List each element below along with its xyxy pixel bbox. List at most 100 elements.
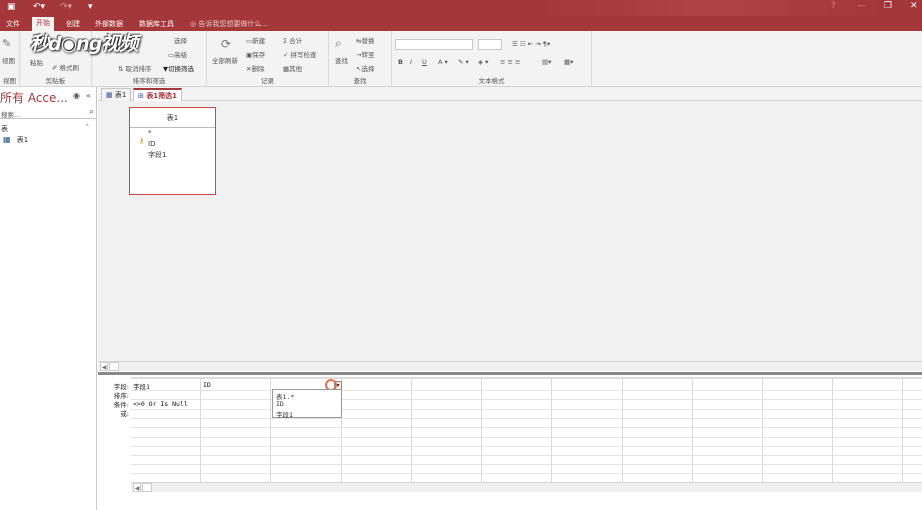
select-button[interactable]: ↖选择 [356, 63, 374, 73]
field-id[interactable]: ID [148, 140, 155, 148]
customize-icon[interactable]: ▾ [88, 2, 93, 12]
save-icon[interactable]: ▣ [7, 2, 16, 12]
group-find: ⌕ 查找 ⇆替换 →转至 ↖选择 查找 [329, 31, 392, 87]
menu-bar: 文件 开始 创建 外部数据 数据库工具 ◎ 告诉我您想要做什么... [0, 16, 922, 31]
save-label: 保存 [252, 51, 266, 59]
grid-column[interactable] [342, 377, 412, 492]
grid-rule [131, 390, 922, 391]
search-icon[interactable]: ⌕ [89, 107, 94, 117]
refresh-all-button[interactable]: 全部刷新 [212, 55, 238, 65]
collapse-icon[interactable]: « [86, 91, 91, 100]
replace-button[interactable]: ⇆替换 [356, 35, 374, 45]
paste-button[interactable]: 粘贴 [30, 57, 43, 67]
undo-icon[interactable]: ↶▾ [33, 2, 45, 12]
grid-rule [131, 446, 922, 447]
nav-search-input[interactable]: 搜索... ⌕ [0, 107, 96, 119]
scroll-thumb[interactable] [109, 362, 119, 371]
grid-column[interactable] [482, 377, 552, 492]
grid-column[interactable] [131, 377, 201, 492]
grid-column[interactable] [412, 377, 482, 492]
grid-column[interactable] [693, 377, 763, 492]
scroll-left-icon[interactable]: ◀ [100, 362, 108, 371]
tab-label: 表1 [114, 91, 127, 99]
menu-database-tools[interactable]: 数据库工具 [135, 18, 178, 30]
grid-rule [131, 464, 922, 465]
italic-button[interactable]: I [410, 58, 412, 66]
totals-button[interactable]: Σ 合计 [283, 35, 302, 45]
tab-table1[interactable]: ▦ 表1 [101, 88, 132, 101]
field-dropdown-list[interactable]: 表1.* ID 字段1 [272, 389, 342, 419]
nav-dropdown-icon[interactable]: ◉ [73, 91, 80, 100]
list-icons[interactable]: ☰ ☷ ⇤ ⇥ ¶▾ [512, 40, 550, 48]
new-record-button[interactable]: ▭新建 [246, 35, 265, 45]
scroll-thumb[interactable] [142, 483, 152, 492]
nav-title[interactable]: 所有 Acce... [0, 89, 68, 106]
font-size-input[interactable] [478, 39, 502, 50]
fill-color-icon[interactable]: ◈ ▾ [478, 58, 488, 66]
nav-item-label: 表1 [16, 136, 29, 144]
grid-cell-field-col2[interactable]: ID [203, 381, 211, 389]
remove-sort-button[interactable]: ⇅ 取消排序 [118, 63, 152, 73]
grid-column[interactable] [552, 377, 623, 492]
alt-row-color-icon[interactable]: ▦▾ [564, 58, 573, 66]
grid-rule [131, 418, 922, 419]
nav-section-tables[interactable]: 表 [1, 124, 8, 134]
delete-label: 删除 [251, 65, 265, 73]
view-icon[interactable]: ✎ [2, 37, 11, 50]
group-label: 剪贴板 [45, 77, 66, 85]
find-button[interactable]: 查找 [335, 55, 348, 65]
goto-button[interactable]: →转至 [356, 49, 374, 59]
upper-scrollbar[interactable]: ◀ [98, 361, 922, 371]
bold-button[interactable]: B [398, 58, 403, 66]
toggle-filter-button[interactable]: ▼切换筛选 [163, 63, 194, 73]
dropdown-option[interactable]: ID [276, 400, 284, 408]
scroll-left-icon[interactable]: ◀ [133, 483, 141, 492]
selection-button[interactable]: 选择 [174, 35, 187, 45]
gridlines-icon[interactable]: ▤▾ [542, 58, 551, 66]
underline-button[interactable]: U [422, 58, 427, 66]
view-button[interactable]: 视图 [2, 55, 15, 65]
table-field-list[interactable]: 表1 * ⚷ ID 字段1 [129, 107, 216, 195]
grid-column[interactable] [763, 377, 833, 492]
toggle-filter-label: 切换筛选 [168, 65, 194, 73]
grid-column[interactable] [201, 377, 271, 492]
tab-table1-filter1[interactable]: ⊞ 表1筛选1 [133, 88, 183, 101]
refresh-icon[interactable]: ⟳ [221, 37, 231, 51]
table-icon: ▦ [3, 135, 11, 144]
align-icons[interactable]: ≡ ≡ ≡ [500, 58, 520, 66]
redo-icon[interactable]: ↷▾ [60, 2, 72, 12]
save-record-button[interactable]: ▣保存 [246, 49, 265, 59]
tab-label: 表1筛选1 [146, 92, 178, 100]
table-icon: ▦ [106, 91, 113, 99]
field-field1[interactable]: 字段1 [148, 150, 166, 160]
grid-cell-field-col1[interactable]: 字段1 [133, 381, 150, 391]
format-painter-button[interactable]: ✐ 格式刷 [52, 62, 79, 72]
key-icon: ⚷ [139, 137, 145, 145]
highlight-icon[interactable]: ✎ ▾ [458, 58, 469, 66]
spelling-label: 拼写检查 [290, 51, 317, 59]
query-design-area[interactable] [98, 101, 922, 361]
font-color-icon[interactable]: A ▾ [438, 58, 448, 66]
nav-item-table1[interactable]: ▦ 表1 [3, 135, 28, 145]
nav-search-placeholder: 搜索... [1, 111, 21, 119]
dropdown-option[interactable]: 字段1 [276, 409, 293, 419]
restore-button[interactable]: ❐ [884, 1, 892, 11]
delete-record-button[interactable]: ✕删除 [246, 63, 264, 73]
menu-file[interactable]: 文件 [2, 18, 24, 30]
document-tabs: ▦ 表1 ⊞ 表1筛选1 [98, 87, 922, 101]
advanced-button[interactable]: ▭高级 [168, 49, 187, 59]
field-asterisk[interactable]: * [148, 129, 152, 137]
spelling-button[interactable]: ✓ 拼写检查 [283, 49, 317, 59]
navigation-pane: 所有 Acce... ◉ « 搜索... ⌕ 表 ⌃ ▦ 表1 [0, 87, 97, 510]
tell-me-text: 告诉我您想要做什么... [198, 20, 269, 28]
tell-me-box[interactable]: ◎ 告诉我您想要做什么... [190, 19, 268, 29]
grid-column[interactable] [833, 377, 903, 492]
grid-cell-criteria-col1[interactable]: <>0 Or Is Null [133, 400, 188, 408]
more-button[interactable]: ▦其他 [283, 63, 302, 73]
search-icon[interactable]: ⌕ [335, 36, 342, 51]
font-name-input[interactable] [395, 39, 473, 50]
section-collapse-icon[interactable]: ⌃ [84, 123, 90, 131]
grid-column[interactable] [623, 377, 693, 492]
grid-scrollbar[interactable]: ◀ [131, 482, 922, 492]
close-button[interactable]: ✕ [910, 1, 918, 11]
